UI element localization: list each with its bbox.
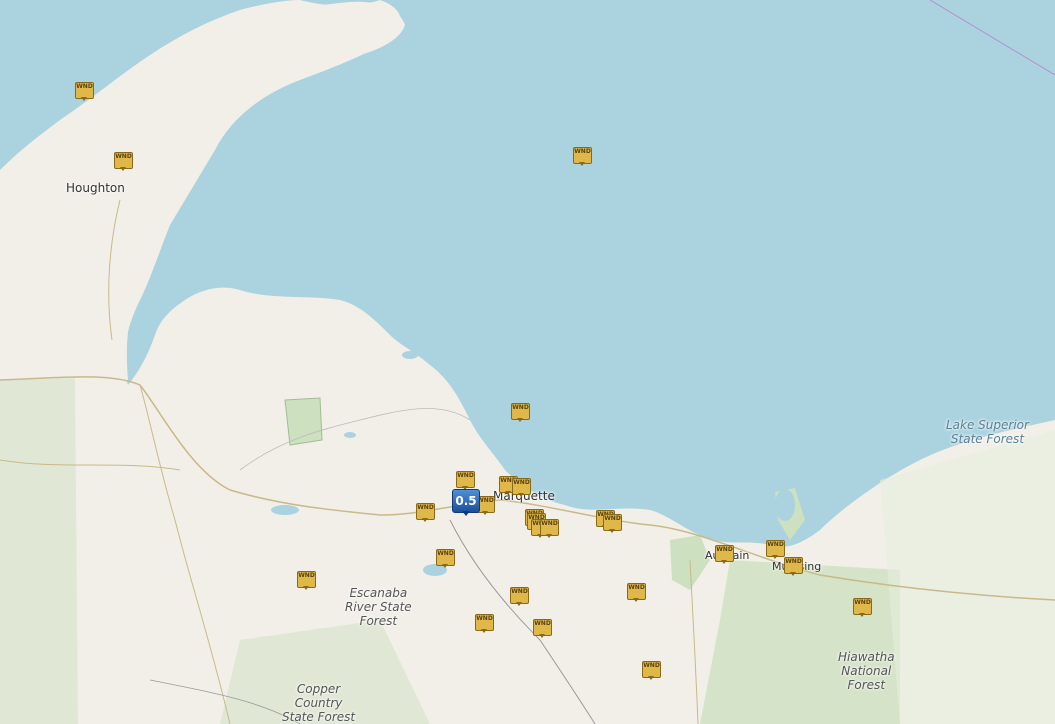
weather-station-marker[interactable]: WND	[436, 549, 455, 568]
weather-station-marker[interactable]: WND	[475, 614, 494, 633]
weather-station-marker[interactable]: WND	[627, 583, 646, 602]
weather-station-marker[interactable]: WND	[853, 598, 872, 617]
forest-label-copper-country: Copper Country State Forest	[282, 682, 356, 724]
basemap	[0, 0, 1055, 724]
forest-label-escanaba: Escanaba River State Forest	[345, 586, 412, 628]
weather-station-marker[interactable]: WND	[512, 478, 531, 497]
forest-label-hiawatha: Hiawatha National Forest	[838, 650, 895, 692]
map-canvas[interactable]: Houghton Marquette Au Train Munising Esc…	[0, 0, 1055, 724]
place-label-houghton: Houghton	[66, 181, 125, 195]
weather-station-marker[interactable]: WND	[540, 519, 559, 538]
weather-station-marker[interactable]: WND	[75, 82, 94, 101]
weather-station-marker[interactable]: WND	[784, 557, 803, 576]
weather-station-marker[interactable]: WND	[511, 403, 530, 422]
weather-station-marker[interactable]: WND	[456, 471, 475, 490]
weather-station-marker[interactable]: WND	[766, 540, 785, 559]
weather-station-marker[interactable]: WND	[510, 587, 529, 606]
cluster-marker[interactable]: 0.5	[452, 489, 480, 516]
weather-station-marker[interactable]: WND	[533, 619, 552, 638]
cluster-marker-label: 0.5	[452, 489, 480, 513]
weather-station-marker[interactable]: WND	[642, 661, 661, 680]
weather-station-marker[interactable]: WND	[715, 545, 734, 564]
weather-station-marker[interactable]: WND	[297, 571, 316, 590]
weather-station-marker[interactable]: WND	[603, 514, 622, 533]
forest-label-lake-superior: Lake Superior State Forest	[946, 418, 1029, 446]
weather-station-marker[interactable]: WND	[416, 503, 435, 522]
weather-station-marker[interactable]: WND	[573, 147, 592, 166]
weather-station-marker[interactable]: WND	[114, 152, 133, 171]
